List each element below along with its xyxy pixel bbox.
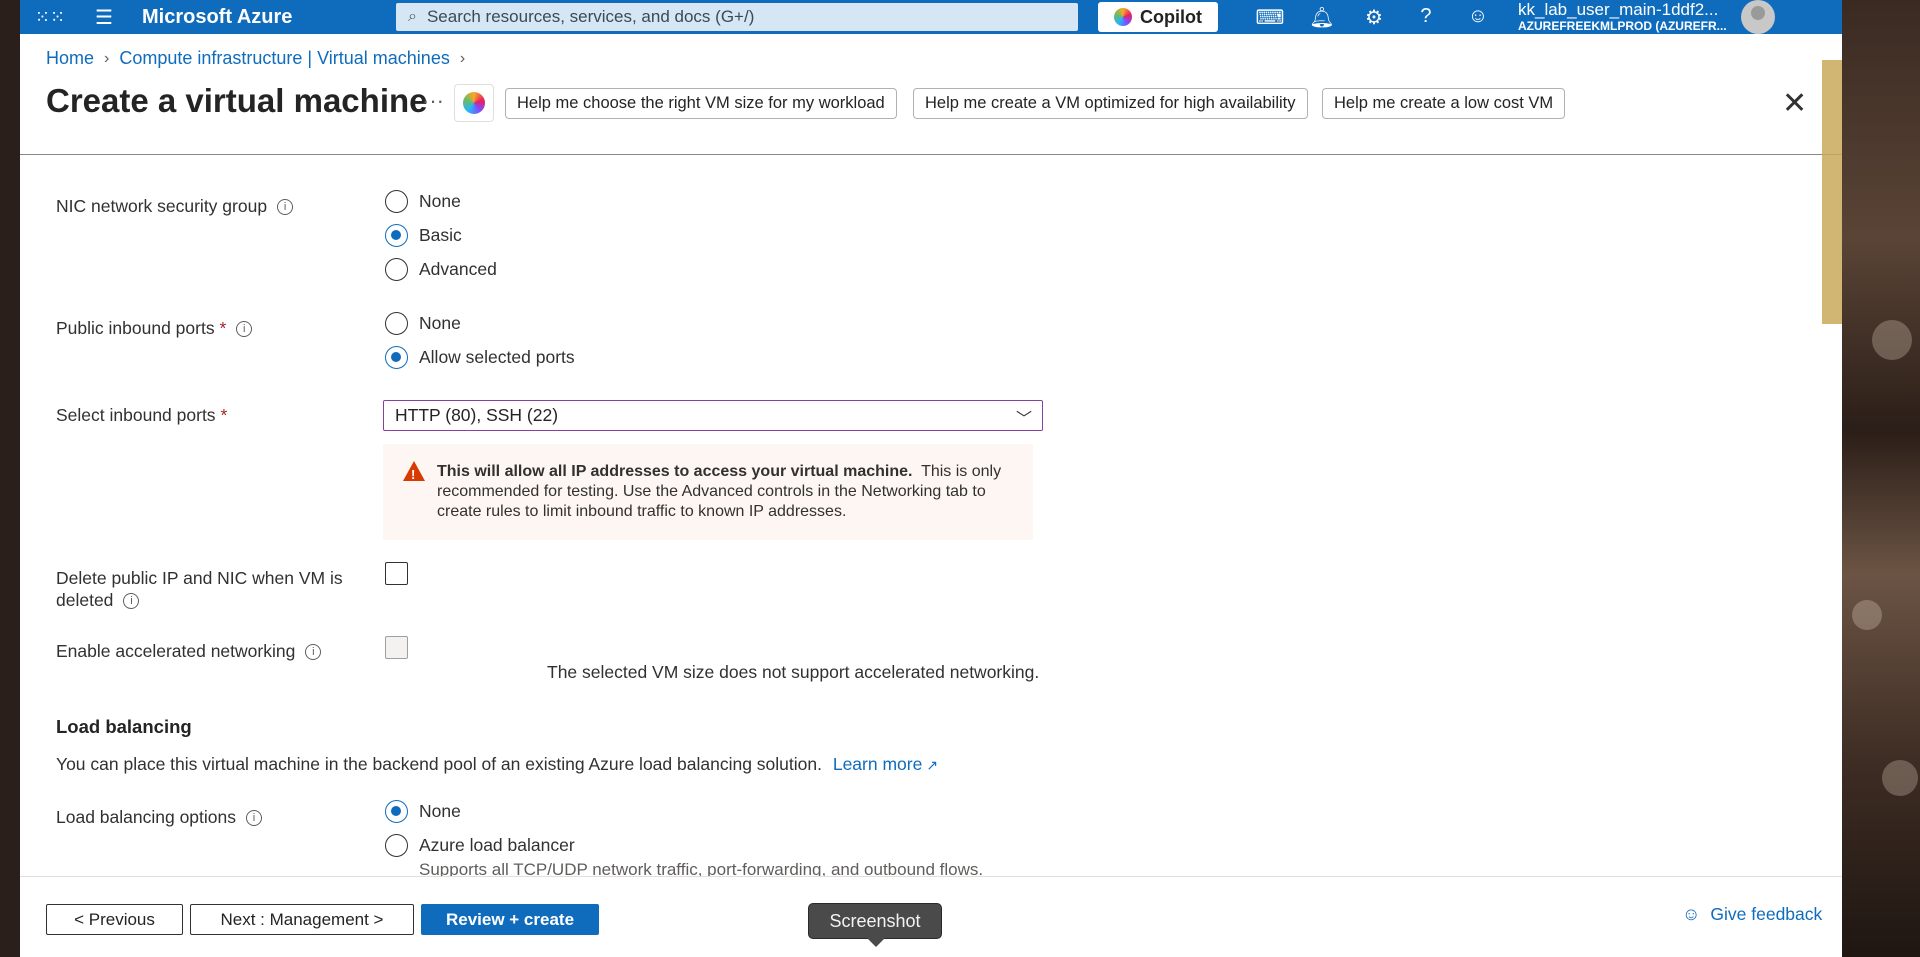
radio-circle-selected: [385, 800, 408, 823]
give-feedback-link[interactable]: ☺ Give feedback: [1682, 904, 1822, 925]
top-nav-bar: ⁙⁙ ☰ Microsoft Azure ⌕ Search resources,…: [20, 0, 1842, 34]
vertical-scrollbar[interactable]: [1822, 60, 1842, 324]
copilot-logo-icon: [1114, 8, 1132, 26]
radio-label: None: [419, 801, 461, 821]
public-inbound-ports-label-text: Public inbound ports: [56, 318, 215, 338]
required-marker: *: [220, 405, 228, 425]
search-placeholder: Search resources, services, and docs (G+…: [426, 7, 755, 26]
azure-portal-window: ⁙⁙ ☰ Microsoft Azure ⌕ Search resources,…: [20, 0, 1842, 957]
radio-label: Azure load balancer: [419, 835, 575, 855]
nic-nsg-option-basic[interactable]: Basic: [385, 224, 462, 247]
account-info[interactable]: kk_lab_user_main-1ddf2... AZUREFREEKMLPR…: [1517, 0, 1727, 33]
inbound-ports-dropdown[interactable]: HTTP (80), SSH (22) ﹀: [383, 400, 1043, 431]
nic-nsg-option-none[interactable]: None: [385, 190, 461, 213]
nic-nsg-label: NIC network security group i: [56, 196, 294, 217]
topbar-icon-group: ⌨ 🔔︎ ⚙ ? ☺: [1244, 5, 1504, 30]
delete-public-ip-label: Delete public IP and NIC when VM is dele…: [56, 567, 343, 611]
radio-circle: [385, 190, 408, 213]
load-balancing-option-none[interactable]: None: [385, 800, 461, 823]
portal-menu-icon[interactable]: ☰: [84, 5, 124, 30]
load-balancing-heading: Load balancing: [56, 716, 192, 737]
radio-label: Advanced: [419, 259, 497, 279]
suggestion-vm-size[interactable]: Help me choose the right VM size for my …: [505, 88, 897, 119]
radio-circle: [385, 834, 408, 857]
load-balancing-options-label-text: Load balancing options: [56, 807, 237, 827]
load-balancing-description-text: You can place this virtual machine in th…: [56, 754, 822, 774]
more-options-icon[interactable]: ···: [422, 88, 444, 114]
breadcrumb: Home › Compute infrastructure | Virtual …: [46, 48, 465, 69]
feedback-person-icon[interactable]: ☺: [1452, 5, 1504, 30]
page-title: Create a virtual machine: [46, 82, 428, 119]
global-search-input[interactable]: ⌕ Search resources, services, and docs (…: [396, 3, 1078, 31]
help-icon[interactable]: ?: [1400, 5, 1452, 30]
public-inbound-ports-label: Public inbound ports * i: [56, 318, 253, 339]
inbound-ports-warning: This will allow all IP addresses to acce…: [383, 444, 1033, 540]
dropdown-value: HTTP (80), SSH (22): [395, 405, 559, 425]
info-icon[interactable]: i: [277, 199, 294, 216]
radio-circle: [385, 258, 408, 281]
delete-public-ip-label-line2: deleted: [56, 590, 114, 610]
radio-circle-selected: [385, 224, 408, 247]
review-create-button[interactable]: Review + create: [421, 904, 599, 935]
breadcrumb-home[interactable]: Home: [46, 48, 94, 69]
close-icon[interactable]: ✕: [1782, 86, 1807, 121]
load-balancing-option-azure-lb[interactable]: Azure load balancer: [385, 834, 575, 857]
radio-label: Basic: [419, 225, 462, 245]
accelerated-networking-label-text: Enable accelerated networking: [56, 641, 296, 661]
radio-label: None: [419, 191, 461, 211]
app-launcher-icon[interactable]: ⁙⁙: [30, 7, 70, 28]
inbound-ports-option-none[interactable]: None: [385, 312, 461, 335]
info-icon[interactable]: i: [305, 644, 322, 661]
brand-name[interactable]: Microsoft Azure: [142, 6, 396, 29]
warning-bold-text: This will allow all IP addresses to acce…: [437, 463, 913, 480]
copilot-label: Copilot: [1140, 6, 1202, 27]
accelerated-networking-note: The selected VM size does not support ac…: [547, 662, 1040, 682]
cloud-shell-icon[interactable]: ⌨: [1244, 5, 1296, 30]
chevron-right-icon: ›: [104, 49, 110, 67]
accelerated-networking-label: Enable accelerated networking i: [56, 641, 322, 662]
radio-label: Allow selected ports: [419, 347, 575, 367]
copilot-logo-icon: [463, 92, 485, 114]
suggestion-low-cost[interactable]: Help me create a low cost VM: [1322, 88, 1566, 119]
nic-nsg-option-advanced[interactable]: Advanced: [385, 258, 497, 281]
select-inbound-ports-label: Select inbound ports *: [56, 405, 227, 426]
desktop-backdrop: [1842, 0, 1920, 957]
external-link-icon: ↗: [926, 757, 939, 773]
inbound-ports-option-allow-selected[interactable]: Allow selected ports: [385, 346, 575, 369]
radio-circle-selected: [385, 346, 408, 369]
copilot-button[interactable]: Copilot: [1098, 2, 1218, 32]
learn-more-link[interactable]: Learn more: [833, 754, 923, 774]
suggestion-high-availability[interactable]: Help me create a VM optimized for high a…: [913, 88, 1308, 119]
chevron-right-icon: ›: [459, 49, 466, 67]
next-management-button[interactable]: Next : Management >: [190, 904, 414, 935]
info-icon[interactable]: i: [246, 810, 263, 827]
breadcrumb-virtual-machines[interactable]: Compute infrastructure | Virtual machine…: [119, 48, 450, 69]
nic-nsg-label-text: NIC network security group: [56, 196, 268, 216]
warning-icon: [403, 461, 425, 485]
avatar[interactable]: [1740, 0, 1775, 34]
load-balancing-options-label: Load balancing options i: [56, 807, 263, 828]
give-feedback-label: Give feedback: [1710, 904, 1823, 924]
load-balancing-description: You can place this virtual machine in th…: [56, 754, 938, 775]
feedback-icon: ☺: [1682, 904, 1701, 924]
copilot-chip-icon[interactable]: [454, 84, 494, 122]
info-icon[interactable]: i: [236, 321, 253, 338]
delete-public-ip-label-line1: Delete public IP and NIC when VM is: [56, 568, 343, 588]
settings-gear-icon[interactable]: ⚙: [1348, 5, 1400, 30]
accelerated-networking-checkbox: [385, 636, 408, 659]
select-inbound-ports-label-text: Select inbound ports: [56, 405, 216, 425]
account-user: kk_lab_user_main-1ddf2...: [1517, 0, 1719, 20]
notifications-bell-icon[interactable]: 🔔︎: [1296, 5, 1348, 30]
info-icon[interactable]: i: [123, 593, 140, 610]
screenshot-tooltip: Screenshot: [808, 903, 942, 947]
chevron-down-icon: ﹀: [1015, 411, 1032, 428]
required-marker: *: [219, 318, 227, 338]
delete-public-ip-checkbox[interactable]: [385, 562, 408, 585]
account-tenant: AZUREFREEKMLPROD (AZUREFR...: [1517, 18, 1727, 33]
radio-circle: [385, 312, 408, 335]
header-divider: [20, 154, 1842, 155]
radio-label: None: [419, 313, 461, 333]
search-icon: ⌕: [408, 8, 417, 25]
previous-button[interactable]: < Previous: [46, 904, 183, 935]
